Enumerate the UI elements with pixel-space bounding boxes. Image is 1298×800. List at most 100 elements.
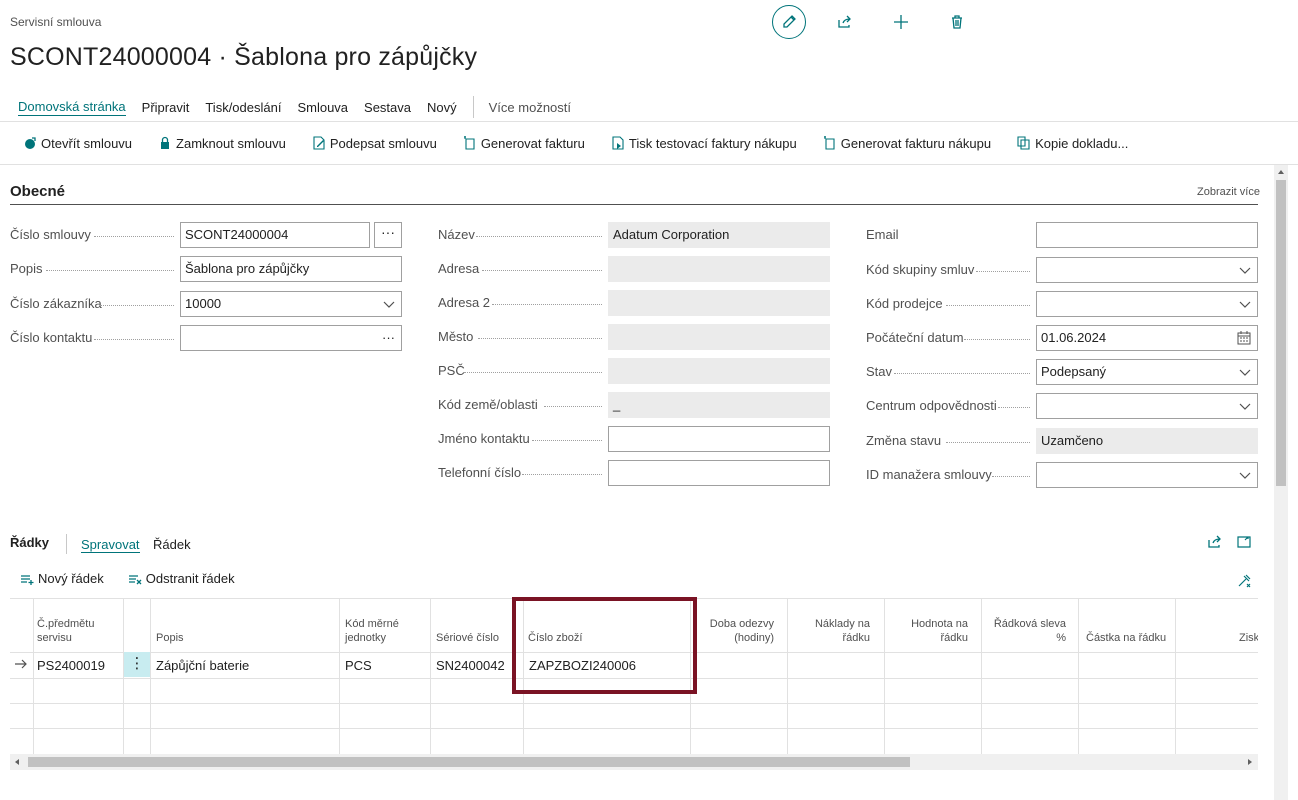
table-row[interactable] (10, 728, 1258, 753)
copy-document-button[interactable]: Kopie dokladu... (1017, 136, 1128, 151)
column-header-line-amount[interactable]: Částka na řádku (1086, 631, 1166, 645)
current-row-arrow-icon (15, 659, 27, 669)
customer-no-dropdown[interactable]: 10000 (180, 291, 402, 317)
generate-invoice-icon (463, 136, 475, 150)
city-label: Město (438, 329, 474, 344)
delete-button[interactable] (940, 5, 974, 39)
contract-no-value: SCONT24000004 (185, 227, 289, 242)
column-header-response-time[interactable]: Doba odezvy (hodiny) (702, 617, 774, 645)
lines-tab-manage[interactable]: Spravovat (81, 537, 140, 553)
name-field: Adatum Corporation (608, 222, 830, 248)
contact-no-lookup-icon[interactable]: ··· (382, 326, 395, 350)
email-label: Email (866, 227, 899, 242)
column-header-profit[interactable]: Zisk (1239, 631, 1258, 645)
personalize-icon[interactable] (1236, 573, 1252, 589)
copy-document-label: Kopie dokladu... (1035, 135, 1129, 151)
phone-field[interactable] (608, 460, 830, 486)
name-value: Adatum Corporation (613, 227, 730, 242)
page-title: SCONT24000004 · Šablona pro zápůjčky (10, 43, 478, 71)
cell-uom[interactable]: PCS (345, 653, 372, 678)
contract-no-lookup-button[interactable]: ··· (374, 222, 402, 248)
show-more-link[interactable]: Zobrazit více (1197, 186, 1260, 198)
calendar-icon[interactable] (1237, 331, 1251, 345)
customer-no-value: 10000 (185, 296, 222, 311)
column-header-uom[interactable]: Kód měrné jednotky (345, 617, 415, 645)
open-contract-label: Otevřít smlouvu (41, 135, 133, 151)
country-code-label: Kód země/oblasti (438, 397, 538, 412)
address2-field (608, 290, 830, 316)
cell-serial[interactable]: SN2400042 (436, 653, 505, 678)
edit-button[interactable] (772, 5, 806, 39)
cell-item-no[interactable]: PS2400019 (37, 653, 105, 678)
menu-contract[interactable]: Smlouva (297, 100, 348, 115)
chevron-down-icon (1239, 267, 1251, 274)
leader-dots (992, 476, 1030, 477)
generate-purchase-invoice-button[interactable]: Generovat fakturu nákupu (823, 136, 991, 151)
leader-dots (94, 339, 174, 340)
column-header-line-value[interactable]: Hodnota na řádku (896, 617, 968, 645)
share-button[interactable] (828, 5, 862, 39)
menu-report[interactable]: Sestava (364, 100, 411, 115)
vertical-scrollbar-thumb[interactable] (1276, 180, 1286, 486)
start-date-field[interactable]: 01.06.2024 (1036, 325, 1258, 351)
contract-manager-dropdown[interactable] (1036, 462, 1258, 488)
description-field[interactable]: Šablona pro zápůjčky (180, 256, 402, 282)
new-line-icon (21, 574, 34, 585)
column-header-item-no[interactable]: Č.předmětu servisu (37, 617, 117, 645)
delete-line-button[interactable]: Odstranit řádek (128, 571, 235, 586)
scroll-right-arrow-icon[interactable] (1245, 757, 1255, 767)
customer-no-label: Číslo zákazníka (10, 296, 102, 311)
new-line-button[interactable]: Nový řádek (20, 571, 104, 586)
table-row[interactable] (10, 703, 1258, 728)
contract-no-field[interactable]: SCONT24000004 (180, 222, 370, 248)
phone-label: Telefonní číslo (438, 465, 522, 480)
contract-group-label: Kód skupiny smluv (866, 262, 975, 277)
generate-invoice-button[interactable]: Generovat fakturu (463, 136, 585, 151)
lock-contract-button[interactable]: Zamknout smlouvu (158, 136, 286, 151)
status-value: Podepsaný (1041, 364, 1107, 379)
contact-name-field[interactable] (608, 426, 830, 452)
menu-print-send[interactable]: Tisk/odeslání (205, 100, 281, 115)
address2-label: Adresa 2 (438, 295, 491, 310)
lock-contract-label: Zamknout smlouvu (176, 135, 286, 151)
contact-no-field[interactable]: ··· (180, 325, 402, 351)
salesperson-dropdown[interactable] (1036, 291, 1258, 317)
column-header-line-discount[interactable]: Řádková sleva % (992, 617, 1066, 645)
cell-description[interactable]: Zápůjční baterie (156, 653, 249, 678)
delete-line-icon (128, 574, 142, 584)
column-header-line-cost[interactable]: Náklady na řádku (800, 617, 870, 645)
column-header-description[interactable]: Popis (156, 631, 184, 645)
scroll-left-arrow-icon[interactable] (12, 757, 22, 767)
contract-no-label: Číslo smlouvy (10, 227, 91, 242)
email-field[interactable] (1036, 222, 1258, 248)
plus-icon (894, 15, 908, 29)
responsibility-center-dropdown[interactable] (1036, 393, 1258, 419)
lines-separator (66, 534, 67, 554)
lines-tab-line[interactable]: Řádek (153, 537, 191, 552)
leader-dots (492, 304, 602, 305)
contract-group-dropdown[interactable] (1036, 257, 1258, 283)
share-icon[interactable] (1207, 534, 1223, 550)
status-dropdown[interactable]: Podepsaný (1036, 359, 1258, 385)
expand-icon[interactable] (1236, 534, 1252, 550)
pencil-icon (783, 15, 796, 28)
row-actions-menu-button[interactable]: ⋮ (124, 652, 150, 677)
scroll-up-arrow-icon[interactable] (1274, 165, 1288, 179)
open-contract-button[interactable]: Otevřít smlouvu (23, 136, 132, 151)
menu-home[interactable]: Domovská stránka (18, 99, 126, 116)
change-status-field: Uzamčeno (1036, 428, 1258, 454)
new-button[interactable] (884, 5, 918, 39)
lines-section-title[interactable]: Řádky (10, 535, 49, 550)
menu-more-options[interactable]: Více možností (489, 100, 571, 115)
general-section-title[interactable]: Obecné (10, 183, 65, 200)
change-status-label: Změna stavu (866, 433, 942, 448)
column-header-serial[interactable]: Sériové číslo (436, 631, 499, 645)
postcode-label: PSČ (438, 363, 465, 378)
sign-contract-button[interactable]: Podepsat smlouvu (312, 136, 437, 151)
delete-line-label: Odstranit řádek (145, 571, 235, 586)
horizontal-scrollbar-thumb[interactable] (28, 757, 910, 767)
menu-prepare[interactable]: Připravit (142, 100, 190, 115)
chevron-down-icon (1239, 301, 1251, 308)
print-test-purchase-invoice-button[interactable]: Tisk testovací faktury nákupu (611, 136, 797, 151)
menu-new[interactable]: Nový (427, 100, 457, 115)
